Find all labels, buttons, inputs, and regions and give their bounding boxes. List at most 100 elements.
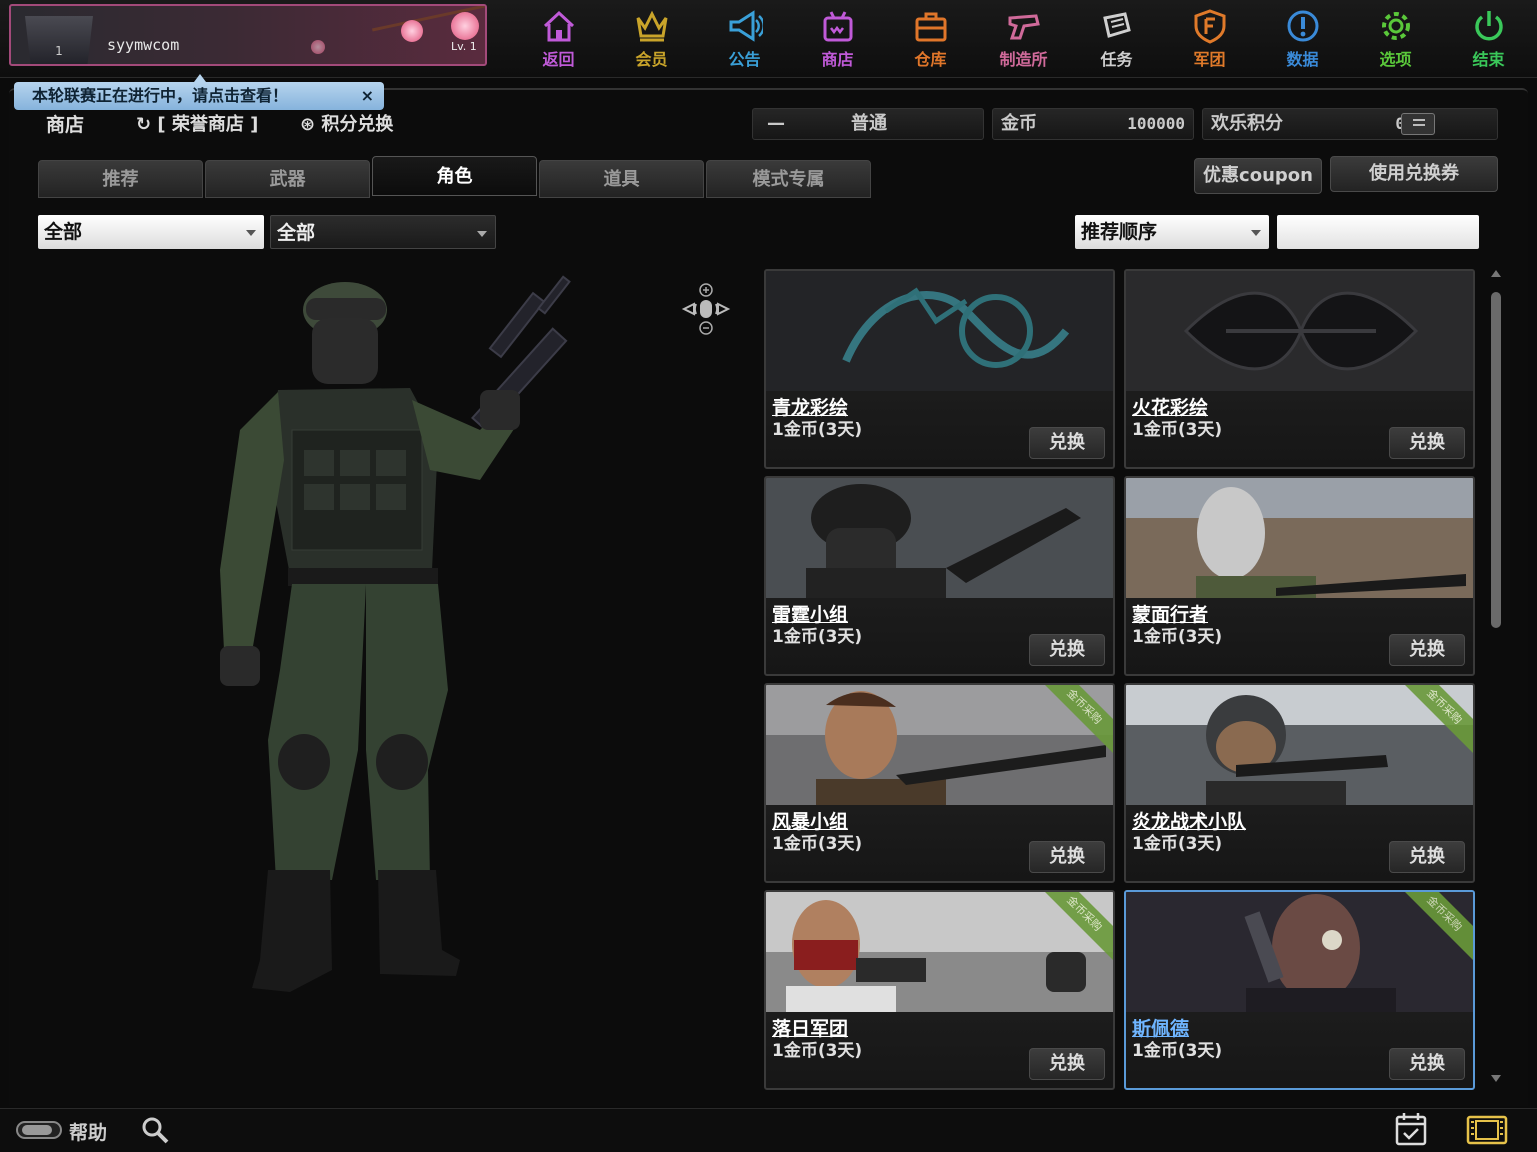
- rank-badge: 1: [25, 16, 93, 64]
- sort-select[interactable]: 推荐顺序: [1075, 215, 1269, 249]
- blossom-icon: [451, 12, 479, 40]
- nav-label: 公告: [728, 50, 761, 69]
- item-card[interactable]: 金币采购 风暴小组 1金币(3天) 兑换: [764, 683, 1115, 883]
- item-card[interactable]: 蒙面行者 1金币(3天) 兑换: [1124, 476, 1475, 676]
- redeem-button[interactable]: 兑换: [1389, 1048, 1465, 1080]
- profile-banner[interactable]: 1 syymwcom Lv. 1: [9, 4, 487, 66]
- redeem-button[interactable]: 兑换: [1389, 841, 1465, 873]
- home-icon: [543, 10, 574, 42]
- nav-label: 商店: [821, 50, 854, 69]
- mode-selector[interactable]: — 普通: [752, 108, 984, 140]
- item-image: [1126, 478, 1473, 598]
- item-card[interactable]: 金币采购 斯佩德 1金币(3天) 兑换: [1124, 890, 1475, 1090]
- main-nav: 返回 会员 公告 商店 仓库 制造所 任务 军团 数据 选项 结束: [512, 4, 1535, 72]
- bottom-bar: 帮助: [0, 1108, 1537, 1152]
- nav-item-6[interactable]: 任务: [1070, 4, 1163, 72]
- top-bar: 1 syymwcom Lv. 1 返回 会员 公告 商店 仓库 制造所 任务 军…: [0, 0, 1537, 78]
- close-icon[interactable]: ×: [361, 82, 374, 110]
- points-label: 欢乐积分: [1211, 113, 1283, 134]
- info-icon: [1287, 10, 1318, 42]
- help-toggle[interactable]: [16, 1121, 62, 1139]
- nav-label: 制造所: [999, 50, 1048, 69]
- mouse-icon: [700, 300, 712, 318]
- grid-scrollbar[interactable]: [1487, 268, 1505, 1088]
- redeem-button[interactable]: 兑换: [1389, 427, 1465, 459]
- mode-label: 普通: [851, 113, 887, 134]
- power-icon: [1474, 11, 1503, 41]
- item-card[interactable]: 金币采购 落日军团 1金币(3天) 兑换: [764, 890, 1115, 1090]
- film-icon[interactable]: [1466, 1115, 1508, 1145]
- help-label: 帮助: [69, 1122, 108, 1144]
- rotate-control[interactable]: [678, 282, 734, 336]
- tab-2[interactable]: 角色: [372, 156, 537, 196]
- item-price: 1金币(3天): [1132, 834, 1223, 854]
- scroll-up-icon[interactable]: [1491, 270, 1501, 277]
- nav-item-7[interactable]: 军团: [1163, 4, 1256, 72]
- nav-label: 选项: [1379, 50, 1412, 69]
- redeem-button[interactable]: 兑换: [1029, 841, 1105, 873]
- level-label: Lv. 1: [451, 40, 477, 53]
- item-image: [1126, 892, 1473, 1012]
- item-image: [766, 271, 1113, 391]
- search-icon[interactable]: [140, 1115, 170, 1145]
- item-card[interactable]: 金币采购 炎龙战术小队 1金币(3天) 兑换: [1124, 683, 1475, 883]
- item-price: 1金币(3天): [1132, 420, 1223, 440]
- scroll-thumb[interactable]: [1491, 292, 1501, 628]
- points-exchange-link[interactable]: ⊛ 积分兑换: [300, 110, 393, 136]
- nav-item-2[interactable]: 公告: [698, 4, 791, 72]
- coupon-button[interactable]: 优惠coupon: [1194, 158, 1322, 194]
- filter-select-2[interactable]: 全部: [270, 215, 496, 249]
- nav-label: 军团: [1193, 50, 1226, 69]
- nav-label: 会员: [635, 50, 668, 69]
- megaphone-icon: [729, 10, 763, 42]
- calendar-check-icon[interactable]: [1394, 1111, 1428, 1147]
- tab-3[interactable]: 道具: [539, 160, 704, 198]
- character-preview[interactable]: [180, 270, 600, 1010]
- tab-4[interactable]: 模式专属: [706, 160, 871, 198]
- item-price: 1金币(3天): [772, 834, 863, 854]
- points-balance: 欢乐积分 0: [1202, 108, 1498, 140]
- league-notice[interactable]: 本轮联赛正在进行中，请点击查看！ ×: [14, 82, 384, 110]
- redeem-button[interactable]: 兑换: [1029, 1048, 1105, 1080]
- item-price: 1金币(3天): [772, 420, 863, 440]
- gold-value: 100000: [1127, 114, 1185, 133]
- nav-label: 数据: [1286, 50, 1319, 69]
- nav-label: 返回: [542, 50, 575, 69]
- item-image: [1126, 685, 1473, 805]
- nav-item-4[interactable]: 仓库: [884, 4, 977, 72]
- points-detail-icon[interactable]: [1401, 113, 1435, 135]
- tab-0[interactable]: 推荐: [38, 160, 203, 198]
- petal-icon: [311, 40, 325, 54]
- gold-label: 金币: [1001, 113, 1037, 134]
- item-card[interactable]: 青龙彩绘 1金币(3天) 兑换: [764, 269, 1115, 469]
- scroll-down-icon[interactable]: [1491, 1075, 1501, 1082]
- refresh-icon: ↻: [136, 114, 152, 135]
- chevron-down-icon: [477, 231, 487, 237]
- nav-item-3[interactable]: 商店: [791, 4, 884, 72]
- search-input[interactable]: [1277, 215, 1479, 249]
- mode-dash: —: [767, 113, 785, 134]
- filter-select-1[interactable]: 全部: [38, 215, 264, 249]
- redeem-button[interactable]: 兑换: [1389, 634, 1465, 666]
- item-card[interactable]: 雷霆小组 1金币(3天) 兑换: [764, 476, 1115, 676]
- nav-item-10[interactable]: 结束: [1442, 4, 1535, 72]
- redeem-button[interactable]: 兑换: [1029, 427, 1105, 459]
- rotate-right-icon: [715, 302, 731, 316]
- nav-item-1[interactable]: 会员: [605, 4, 698, 72]
- nav-label: 仓库: [914, 50, 947, 69]
- shield-icon: [1194, 9, 1225, 44]
- item-card[interactable]: 火花彩绘 1金币(3天) 兑换: [1124, 269, 1475, 469]
- notice-arrow: [194, 74, 206, 82]
- use-voucher-button[interactable]: 使用兑换券: [1330, 156, 1498, 192]
- item-image: [1126, 271, 1473, 391]
- tab-1[interactable]: 武器: [205, 160, 370, 198]
- nav-item-8[interactable]: 数据: [1256, 4, 1349, 72]
- gun-icon: [1008, 14, 1040, 40]
- redeem-button[interactable]: 兑换: [1029, 634, 1105, 666]
- nav-item-9[interactable]: 选项: [1349, 4, 1442, 72]
- nav-item-0[interactable]: 返回: [512, 4, 605, 72]
- nav-label: 结束: [1472, 50, 1505, 69]
- honor-shop-link[interactable]: ↻ [ 荣誉商店 ]: [136, 110, 258, 136]
- chevron-down-icon: [1251, 230, 1261, 236]
- nav-item-5[interactable]: 制造所: [977, 4, 1070, 72]
